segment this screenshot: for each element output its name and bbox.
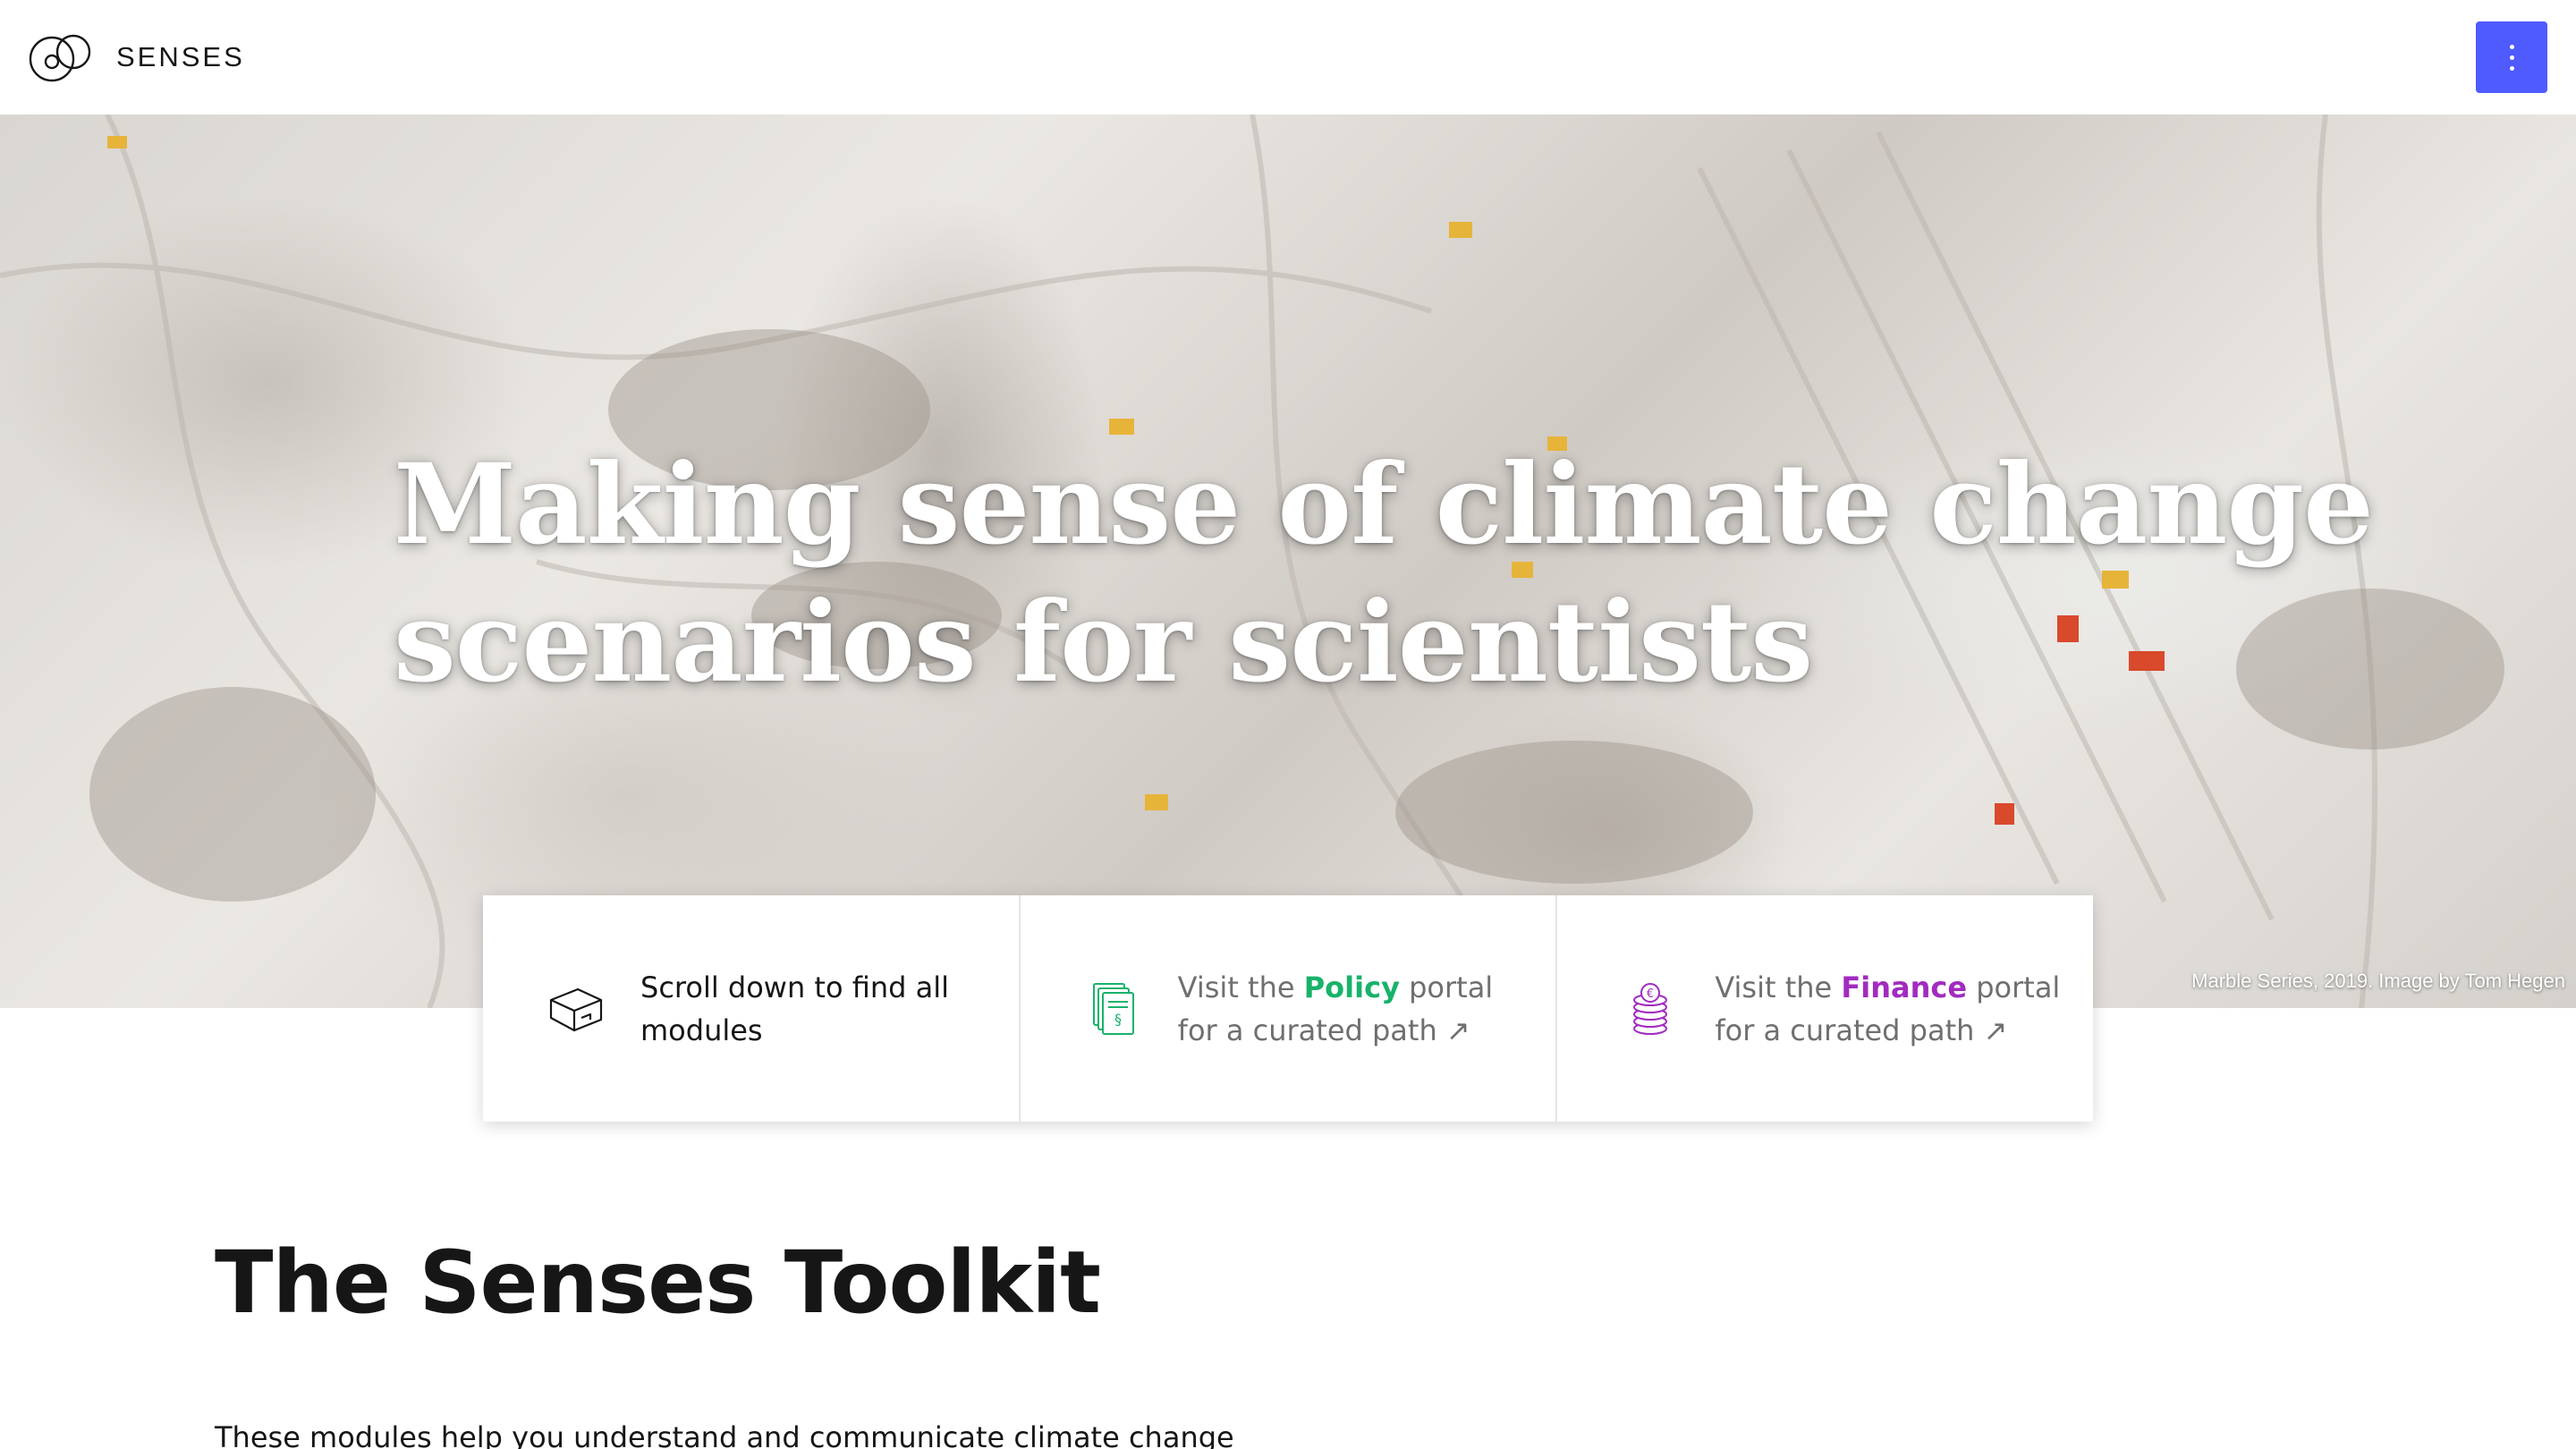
policy-documents-icon: § <box>1085 980 1142 1038</box>
policy-prefix: Visit the <box>1177 970 1304 1004</box>
policy-portal-line-1: Visit the Policy portal <box>1178 966 1494 1009</box>
hero-banner: Making sense of climate change scenarios… <box>0 114 2576 1008</box>
finance-portal-line-1: Visit the Finance portal <box>1715 966 2060 1009</box>
hero-title-line-2: scenarios for scientists <box>394 578 1813 708</box>
menu-button[interactable] <box>2476 21 2547 93</box>
hero-title-line-1: Making sense of climate change <box>394 440 2374 570</box>
finance-prefix: Visit the <box>1715 970 1842 1004</box>
finance-coins-icon: € <box>1622 980 1679 1038</box>
finance-portal-card[interactable]: € Visit the Finance portal for a curated… <box>1555 895 2093 1122</box>
finance-portal-text: Visit the Finance portal for a curated p… <box>1715 966 2060 1052</box>
scroll-modules-card[interactable]: Scroll down to find all modules <box>483 895 1019 1122</box>
entry-cards: Scroll down to find all modules § Visit … <box>483 895 2093 1122</box>
policy-suffix: portal <box>1399 970 1494 1004</box>
brand-name: SENSES <box>116 41 245 72</box>
policy-link[interactable]: Policy <box>1304 970 1400 1004</box>
image-credit: Marble Series, 2019. Image by Tom Hegen <box>2191 970 2565 992</box>
more-vertical-icon <box>2509 44 2514 71</box>
top-bar: SENSES <box>0 0 2576 114</box>
section-intro: These modules help you understand and co… <box>215 1420 1234 1449</box>
finance-link[interactable]: Finance <box>1841 970 1967 1004</box>
finance-portal-line-2: for a curated path ↗ <box>1715 1013 2008 1047</box>
home-link[interactable]: SENSES <box>27 32 245 82</box>
scroll-modules-text: Scroll down to find all modules <box>640 966 949 1052</box>
policy-portal-text: Visit the Policy portal for a curated pa… <box>1178 966 1494 1052</box>
policy-portal-line-2: for a curated path ↗ <box>1177 1013 1470 1047</box>
section-title: The Senses Toolkit <box>215 1233 1101 1333</box>
policy-portal-card[interactable]: § Visit the Policy portal for a curated … <box>1018 895 1556 1122</box>
box-icon <box>547 980 605 1038</box>
scroll-modules-line-2: modules <box>640 1013 763 1047</box>
scroll-modules-line-1: Scroll down to find all <box>640 970 950 1004</box>
senses-logo-icon <box>27 32 98 82</box>
finance-suffix: portal <box>1967 970 2061 1004</box>
hero-title: Making sense of climate change scenarios… <box>394 436 2374 712</box>
svg-text:§: § <box>1114 1011 1122 1028</box>
svg-text:€: € <box>1647 987 1654 1001</box>
